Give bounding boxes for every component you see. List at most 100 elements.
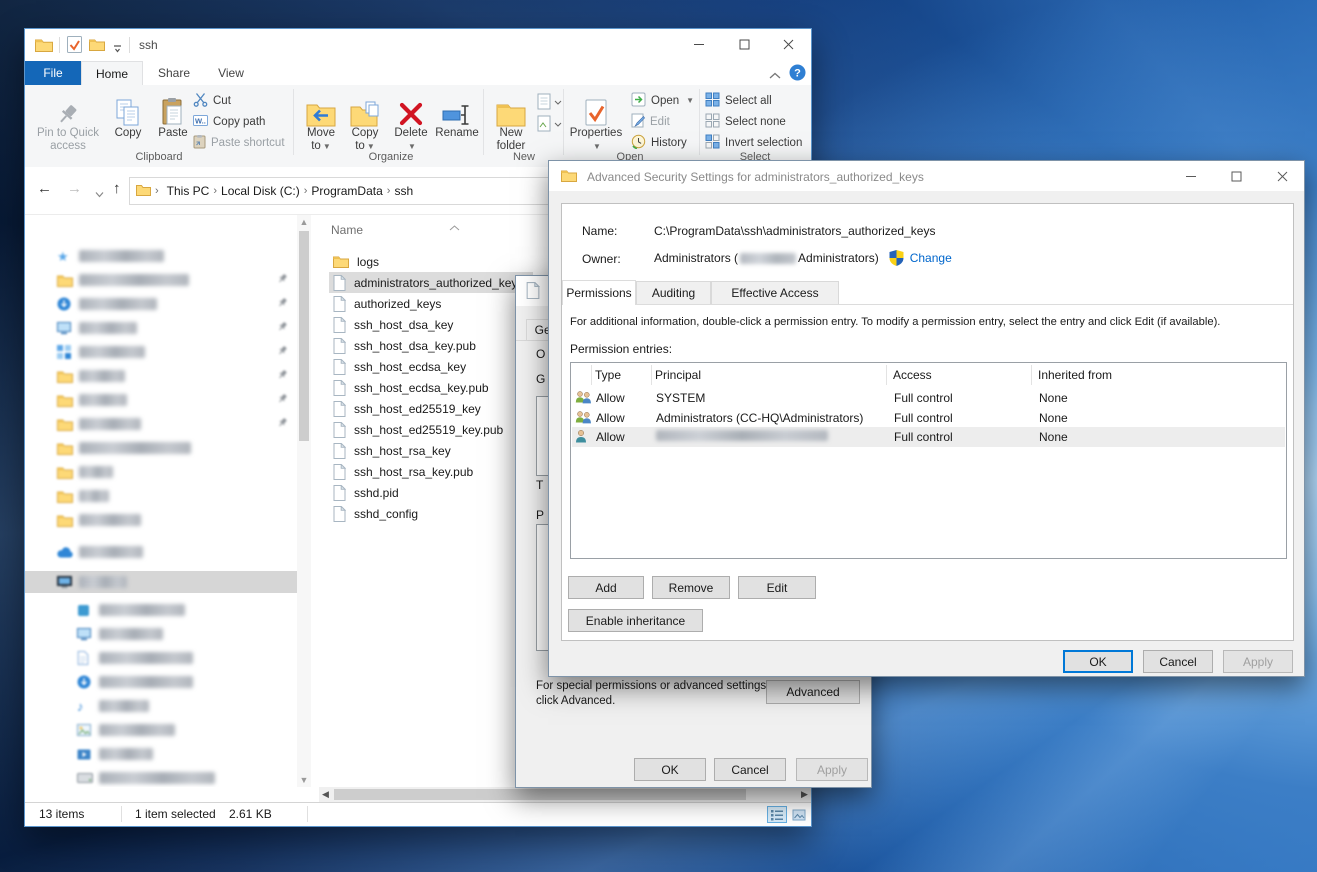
sidebar-item-redacted[interactable] — [25, 671, 297, 693]
file-list-file-row[interactable]: ssh_host_ed25519_key — [329, 398, 533, 419]
advanced-button[interactable]: Advanced — [766, 680, 860, 704]
column-header-access[interactable]: Access — [893, 368, 932, 382]
file-list-file-row[interactable]: administrators_authorized_keys — [329, 272, 533, 293]
remove-button[interactable]: Remove — [652, 576, 730, 599]
rename-button[interactable]: Rename — [433, 89, 481, 140]
details-view-button[interactable] — [767, 806, 787, 823]
breadcrumb-item[interactable]: This PC — [163, 184, 214, 198]
copy-path-button[interactable]: W.. Copy path — [193, 112, 265, 131]
hscrollbar-thumb[interactable] — [334, 789, 746, 800]
file-list-file-row[interactable]: authorized_keys — [329, 293, 533, 314]
ok-button[interactable]: OK — [1063, 650, 1133, 673]
sidebar-item-redacted[interactable] — [25, 485, 297, 507]
edit-button[interactable]: Edit — [631, 112, 670, 131]
advanced-dialog-titlebar[interactable]: Advanced Security Settings for administr… — [549, 161, 1304, 191]
pin-to-quick-access-button[interactable]: Pin to Quick access — [31, 89, 105, 153]
sidebar-item-redacted[interactable] — [25, 647, 297, 669]
tab-file[interactable]: File — [25, 61, 81, 85]
apply-button[interactable]: Apply — [1223, 650, 1293, 673]
close-button[interactable] — [766, 29, 811, 60]
properties-button[interactable]: Properties▼ — [567, 89, 625, 153]
sidebar-item-redacted[interactable] — [25, 599, 297, 621]
permission-entry-row[interactable]: AllowSYSTEMFull controlNone — [572, 388, 1285, 408]
file-list-file-row[interactable]: ssh_host_dsa_key.pub — [329, 335, 533, 356]
cut-button[interactable]: Cut — [193, 91, 231, 110]
invert-selection-button[interactable]: Invert selection — [705, 133, 802, 152]
sidebar-item-redacted[interactable] — [25, 437, 297, 459]
add-button[interactable]: Add — [568, 576, 644, 599]
select-all-button[interactable]: Select all — [705, 91, 772, 110]
sidebar-item-redacted[interactable] — [25, 509, 297, 531]
sidebar-item-redacted[interactable] — [25, 413, 297, 435]
sidebar-item-redacted[interactable] — [25, 293, 297, 315]
tab-view[interactable]: View — [205, 61, 257, 85]
sidebar-item-redacted[interactable] — [25, 767, 297, 787]
maximize-button[interactable] — [1214, 161, 1259, 192]
column-header-type[interactable]: Type — [595, 368, 621, 382]
scroll-down-icon[interactable]: ▼ — [297, 775, 311, 785]
change-owner-link[interactable]: Change — [910, 251, 952, 265]
nav-scrollbar-thumb[interactable] — [299, 231, 309, 441]
history-button[interactable]: History — [631, 133, 687, 152]
new-folder-button[interactable]: New folder — [487, 89, 535, 153]
new-item-button[interactable] — [537, 93, 563, 114]
permission-entry-row[interactable]: AllowFull controlNone — [572, 427, 1285, 447]
sidebar-item-redacted[interactable]: ♪ — [25, 695, 297, 717]
nav-vertical-scrollbar[interactable]: ▲ ▼ — [297, 215, 311, 787]
qat-customize-chevron-icon[interactable] — [113, 42, 122, 56]
apply-button[interactable]: Apply — [796, 758, 868, 781]
permission-entries-table[interactable]: Type Principal Access Inherited from AllowS… — [570, 362, 1287, 559]
easy-access-button[interactable] — [537, 115, 563, 136]
minimize-button[interactable] — [677, 29, 722, 60]
breadcrumb-item[interactable]: ssh — [390, 184, 417, 198]
file-list-file-row[interactable]: ssh_host_ecdsa_key.pub — [329, 377, 533, 398]
recent-locations-chevron-icon[interactable] — [95, 187, 104, 201]
sidebar-item-redacted[interactable] — [25, 365, 297, 387]
tab-share[interactable]: Share — [143, 61, 205, 85]
qat-properties-icon[interactable] — [67, 36, 82, 56]
tab-effective-access[interactable]: Effective Access — [711, 281, 839, 305]
enable-inheritance-button[interactable]: Enable inheritance — [568, 609, 703, 632]
breadcrumb-item[interactable]: ProgramData — [307, 184, 386, 198]
file-list-file-row[interactable]: ssh_host_ed25519_key.pub — [329, 419, 533, 440]
sidebar-item-redacted[interactable] — [25, 389, 297, 411]
move-to-button[interactable]: Move to▼ — [299, 89, 343, 153]
large-icons-view-button[interactable] — [789, 806, 809, 823]
sidebar-item-redacted[interactable] — [25, 719, 297, 741]
sidebar-item-redacted[interactable] — [25, 317, 297, 339]
up-button[interactable]: ↑ — [113, 180, 121, 197]
delete-button[interactable]: Delete▼ — [391, 89, 431, 153]
breadcrumb-item[interactable]: Local Disk (C:) — [217, 184, 304, 198]
file-list-file-row[interactable]: ssh_host_dsa_key — [329, 314, 533, 335]
tab-permissions[interactable]: Permissions — [562, 280, 636, 305]
edit-button[interactable]: Edit — [738, 576, 816, 599]
ok-button[interactable]: OK — [634, 758, 706, 781]
explorer-titlebar[interactable]: ssh — [25, 29, 811, 61]
permission-entry-row[interactable]: AllowAdministrators (CC-HQ\Administrator… — [572, 408, 1285, 428]
column-header-principal[interactable]: Principal — [655, 368, 701, 382]
sidebar-item-redacted[interactable] — [25, 541, 297, 563]
minimize-button[interactable] — [1169, 161, 1214, 192]
forward-button[interactable]: → — [67, 180, 82, 197]
scroll-right-icon[interactable]: ▶ — [798, 787, 811, 802]
maximize-button[interactable] — [722, 29, 767, 60]
file-list-horizontal-scrollbar[interactable]: ◀ ▶ — [319, 787, 811, 802]
file-list-file-row[interactable]: sshd.pid — [329, 482, 533, 503]
column-header-inherited-from[interactable]: Inherited from — [1038, 368, 1112, 382]
help-icon[interactable]: ? — [789, 64, 806, 84]
select-none-button[interactable]: Select none — [705, 112, 786, 131]
file-list-file-row[interactable]: ssh_host_ecdsa_key — [329, 356, 533, 377]
copy-to-button[interactable]: Copy to▼ — [343, 89, 387, 153]
file-list-file-row[interactable]: sshd_config — [329, 503, 533, 524]
back-button[interactable]: ← — [37, 180, 52, 197]
file-list-file-row[interactable]: ssh_host_rsa_key.pub — [329, 461, 533, 482]
sidebar-item-redacted[interactable] — [25, 341, 297, 363]
sidebar-item-redacted[interactable] — [25, 269, 297, 291]
sidebar-item-redacted[interactable] — [25, 623, 297, 645]
qat-new-folder-icon[interactable] — [89, 38, 105, 54]
scroll-up-icon[interactable]: ▲ — [297, 217, 311, 227]
scroll-left-icon[interactable]: ◀ — [319, 787, 332, 802]
column-header-name[interactable]: Name — [331, 223, 363, 237]
cancel-button[interactable]: Cancel — [714, 758, 786, 781]
file-list-folder-row[interactable]: logs — [329, 251, 533, 272]
